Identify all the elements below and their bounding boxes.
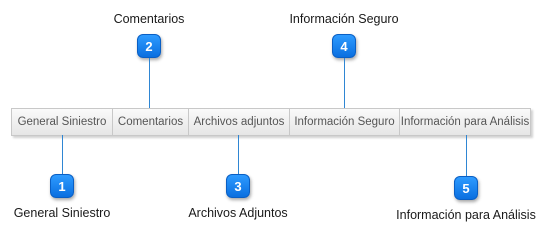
callout-connector-2 bbox=[149, 58, 150, 108]
callout-badge-5: 5 bbox=[454, 176, 478, 200]
callout-caption-5: Información para Análisis bbox=[396, 208, 536, 222]
tab-comentarios[interactable]: Comentarios bbox=[113, 109, 189, 135]
callout-badge-4: 4 bbox=[332, 34, 356, 58]
callout-connector-3 bbox=[238, 135, 239, 174]
tab-general-siniestro[interactable]: General Siniestro bbox=[12, 109, 113, 135]
callout-connector-4 bbox=[344, 58, 345, 108]
callout-caption-1: General Siniestro bbox=[13, 206, 111, 220]
callout-badge-1: 1 bbox=[50, 174, 74, 198]
tab-strip: General Siniestro Comentarios Archivos a… bbox=[11, 108, 531, 136]
callout-caption-4: Información Seguro bbox=[289, 12, 399, 26]
callout-badge-3: 3 bbox=[226, 174, 250, 198]
callout-connector-1 bbox=[62, 135, 63, 174]
callout-connector-5 bbox=[466, 135, 467, 176]
tab-archivos-adjuntos[interactable]: Archivos adjuntos bbox=[189, 109, 290, 135]
callout-badge-2: 2 bbox=[137, 34, 161, 58]
tab-informacion-analisis[interactable]: Información para Análisis bbox=[400, 109, 530, 135]
callout-caption-2: Comentarios bbox=[113, 12, 185, 26]
tab-informacion-seguro[interactable]: Información Seguro bbox=[290, 109, 400, 135]
callout-caption-3: Archivos Adjuntos bbox=[188, 206, 288, 220]
